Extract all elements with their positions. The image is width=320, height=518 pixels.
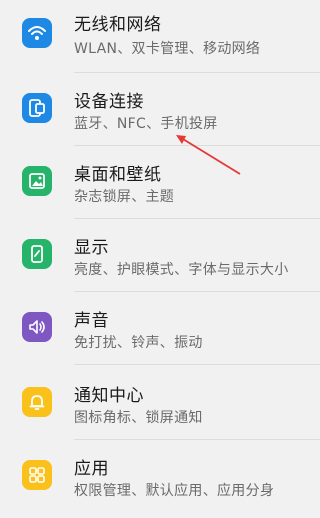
item-title: 无线和网络 (74, 15, 162, 35)
item-subtitle: 蓝牙、NFC、手机投屏 (74, 116, 218, 132)
item-subtitle: 免打扰、铃声、振动 (74, 335, 203, 351)
settings-list: 无线和网络 WLAN、双卡管理、移动网络 设备连接 蓝牙、NFC、手机投屏 桌面… (0, 0, 320, 518)
item-subtitle: 亮度、护眼模式、字体与显示大小 (74, 262, 289, 278)
display-icon (22, 239, 52, 269)
settings-item-display[interactable]: 显示 亮度、护眼模式、字体与显示大小 (0, 219, 320, 292)
item-subtitle: 杂志锁屏、主题 (74, 189, 175, 205)
item-title: 桌面和壁纸 (74, 165, 162, 185)
device-connect-icon (22, 93, 52, 123)
settings-item-apps[interactable]: 应用 权限管理、默认应用、应用分身 (0, 440, 320, 512)
bell-icon (22, 387, 52, 417)
item-title: 应用 (74, 459, 109, 479)
settings-item-desktop-wallpaper[interactable]: 桌面和壁纸 杂志锁屏、主题 (0, 146, 320, 219)
sound-icon (22, 312, 52, 342)
item-title: 显示 (74, 238, 109, 258)
settings-item-wireless-network[interactable]: 无线和网络 WLAN、双卡管理、移动网络 (0, 0, 320, 73)
item-title: 设备连接 (74, 92, 144, 112)
item-title: 通知中心 (74, 386, 144, 406)
wallpaper-icon (22, 166, 52, 196)
wifi-icon (22, 18, 52, 48)
item-subtitle: WLAN、双卡管理、移动网络 (74, 41, 261, 57)
settings-item-device-connection[interactable]: 设备连接 蓝牙、NFC、手机投屏 (0, 73, 320, 146)
apps-icon (22, 460, 52, 490)
settings-item-notification-center[interactable]: 通知中心 图标角标、锁屏通知 (0, 365, 320, 440)
item-subtitle: 图标角标、锁屏通知 (74, 410, 203, 426)
settings-item-sound[interactable]: 声音 免打扰、铃声、振动 (0, 292, 320, 365)
item-title: 声音 (74, 311, 109, 331)
item-subtitle: 权限管理、默认应用、应用分身 (74, 483, 275, 499)
